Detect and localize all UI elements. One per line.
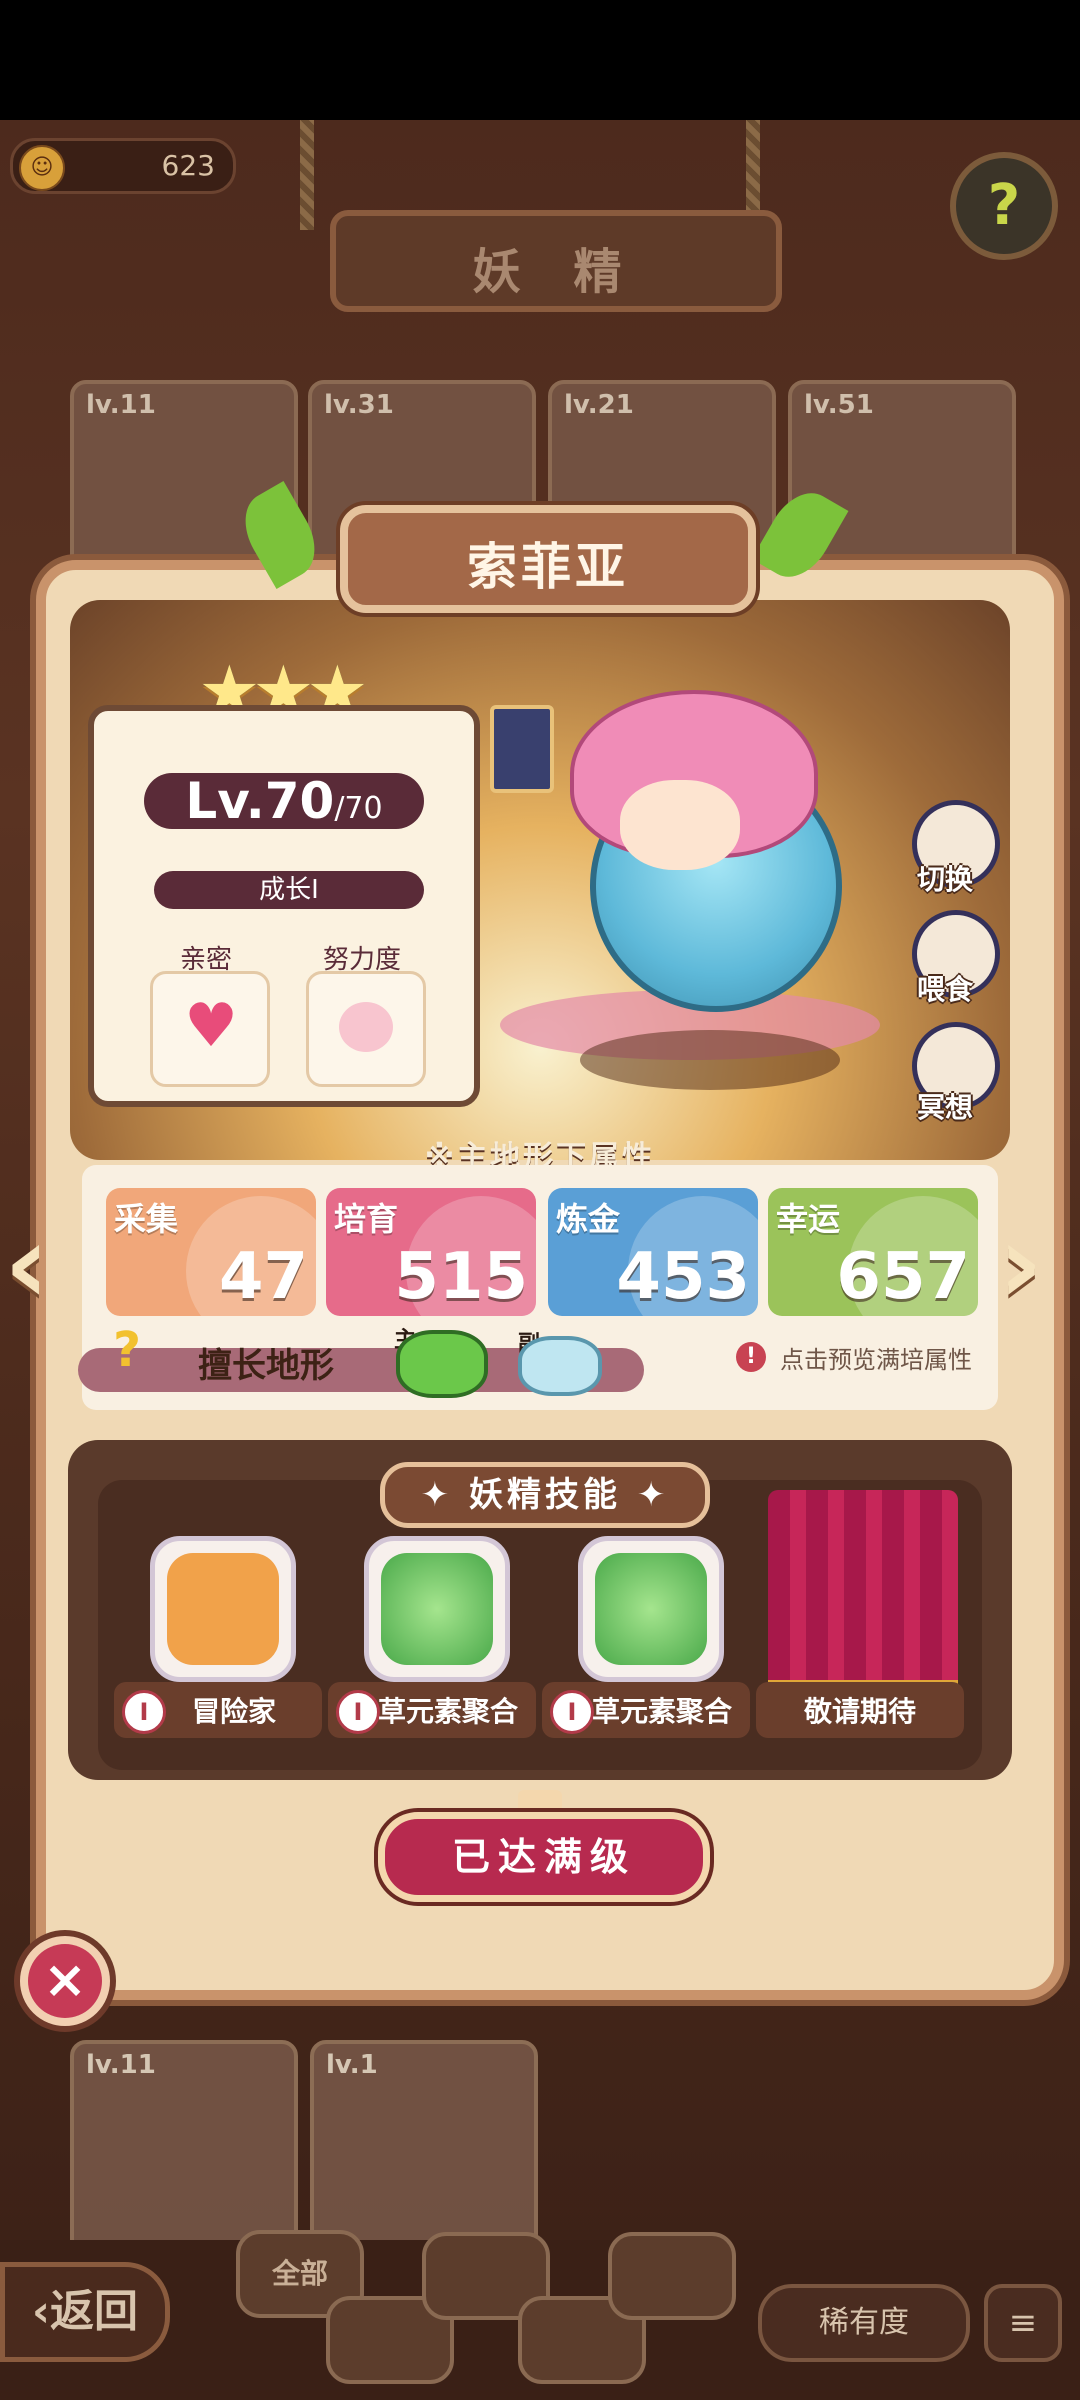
attribute-value: 47 — [218, 1240, 308, 1314]
attribute-value: 453 — [616, 1240, 750, 1314]
card-level: lv.31 — [324, 390, 394, 420]
max-level-button[interactable]: 已达满级 — [378, 1812, 710, 1902]
skill-name: 冒险家 — [191, 1695, 276, 1728]
skill-name: 敬请期待 — [803, 1695, 916, 1728]
skills-title: ✦ 妖精技能 ✦ — [380, 1462, 710, 1528]
help-button[interactable]: ? — [950, 152, 1058, 260]
warning-icon: ! — [736, 1342, 766, 1372]
heart-icon: ♥ — [184, 991, 238, 1061]
attribute-tile-nurture: 培育 515 — [326, 1188, 536, 1316]
attribute-tile-gather: 采集 47 — [106, 1188, 316, 1316]
attribute-name: 幸运 — [776, 1200, 841, 1238]
grass-terrain-icon[interactable] — [396, 1330, 488, 1398]
close-icon: × — [28, 1944, 102, 2018]
growth-badge: 成长I — [154, 871, 424, 909]
status-bar — [0, 0, 1080, 120]
level-max: /70 — [334, 791, 383, 826]
skill-name: 草元素聚合 — [377, 1695, 518, 1728]
attribute-tile-alchemy: 炼金 453 — [548, 1188, 758, 1316]
title-sign: 妖 精 — [330, 210, 782, 312]
intimacy-box[interactable]: ♥ — [150, 971, 270, 1087]
card-level: lv.11 — [86, 390, 156, 420]
attribute-value: 657 — [836, 1240, 970, 1314]
attribute-name: 培育 — [334, 1200, 399, 1238]
meditate-label: 冥想 — [916, 1091, 973, 1124]
attribute-name: 采集 — [114, 1200, 179, 1238]
card-level: lv.21 — [564, 390, 634, 420]
attribute-tile-luck: 幸运 657 — [768, 1188, 978, 1316]
attribute-value: 515 — [394, 1240, 528, 1314]
fairy-shadow — [580, 1030, 840, 1090]
question-sprout-icon: ? — [113, 1322, 141, 1378]
rarity-sort-button[interactable]: 稀有度 — [758, 2284, 970, 2362]
skill-adventurer-icon[interactable] — [150, 1536, 296, 1682]
fairy-card[interactable]: lv.51 — [788, 380, 1016, 588]
fairy-name: 索菲亚 — [467, 538, 629, 596]
curtain-placeholder — [768, 1490, 958, 1688]
card-level: lv.11 — [86, 2050, 156, 2080]
card-level: lv.1 — [326, 2050, 378, 2080]
effort-face-icon — [339, 1002, 393, 1052]
name-plate: 索菲亚 — [340, 505, 756, 613]
close-button[interactable]: × — [14, 1930, 116, 2032]
level-display: Lv.70/70 — [144, 773, 424, 829]
filter-rock-button[interactable] — [608, 2232, 736, 2320]
water-terrain-icon[interactable] — [518, 1336, 602, 1396]
attribute-name: 炼金 — [556, 1200, 621, 1238]
currency-display: ☺ 623 — [10, 138, 236, 194]
codex-icon[interactable] — [490, 705, 554, 793]
effort-box[interactable] — [306, 971, 426, 1087]
terrain-label: 擅长地形 — [198, 1346, 334, 1386]
switch-label: 切换 — [916, 863, 973, 896]
next-arrow-icon[interactable]: › — [998, 1200, 1043, 1328]
skill-name: 草元素聚合 — [591, 1695, 732, 1728]
currency-amount: 623 — [161, 149, 215, 182]
sort-icon[interactable]: ≡ — [984, 2284, 1062, 2362]
preview-full-attributes-link[interactable]: 点击预览满培属性 — [780, 1340, 972, 1375]
card-level: lv.51 — [804, 390, 874, 420]
fairy-face — [620, 780, 740, 870]
fairy-stats-card: Lv.70/70 成长I 亲密 努力度 ♥ — [88, 705, 480, 1107]
skill-icon-art — [167, 1553, 279, 1665]
prev-arrow-icon[interactable]: ‹ — [4, 1200, 49, 1328]
feed-label: 喂食 — [916, 973, 973, 1006]
sign-rope — [300, 120, 314, 230]
skill-grass-icon[interactable] — [364, 1536, 510, 1682]
level-current: Lv.70 — [185, 772, 335, 830]
skill-icon-art — [381, 1553, 493, 1665]
skill-grass-icon[interactable] — [578, 1536, 724, 1682]
skill-icon-art — [595, 1553, 707, 1665]
back-button[interactable]: ‹返回 — [0, 2262, 170, 2362]
page-title: 妖 精 — [472, 244, 640, 300]
coin-icon: ☺ — [19, 145, 65, 191]
